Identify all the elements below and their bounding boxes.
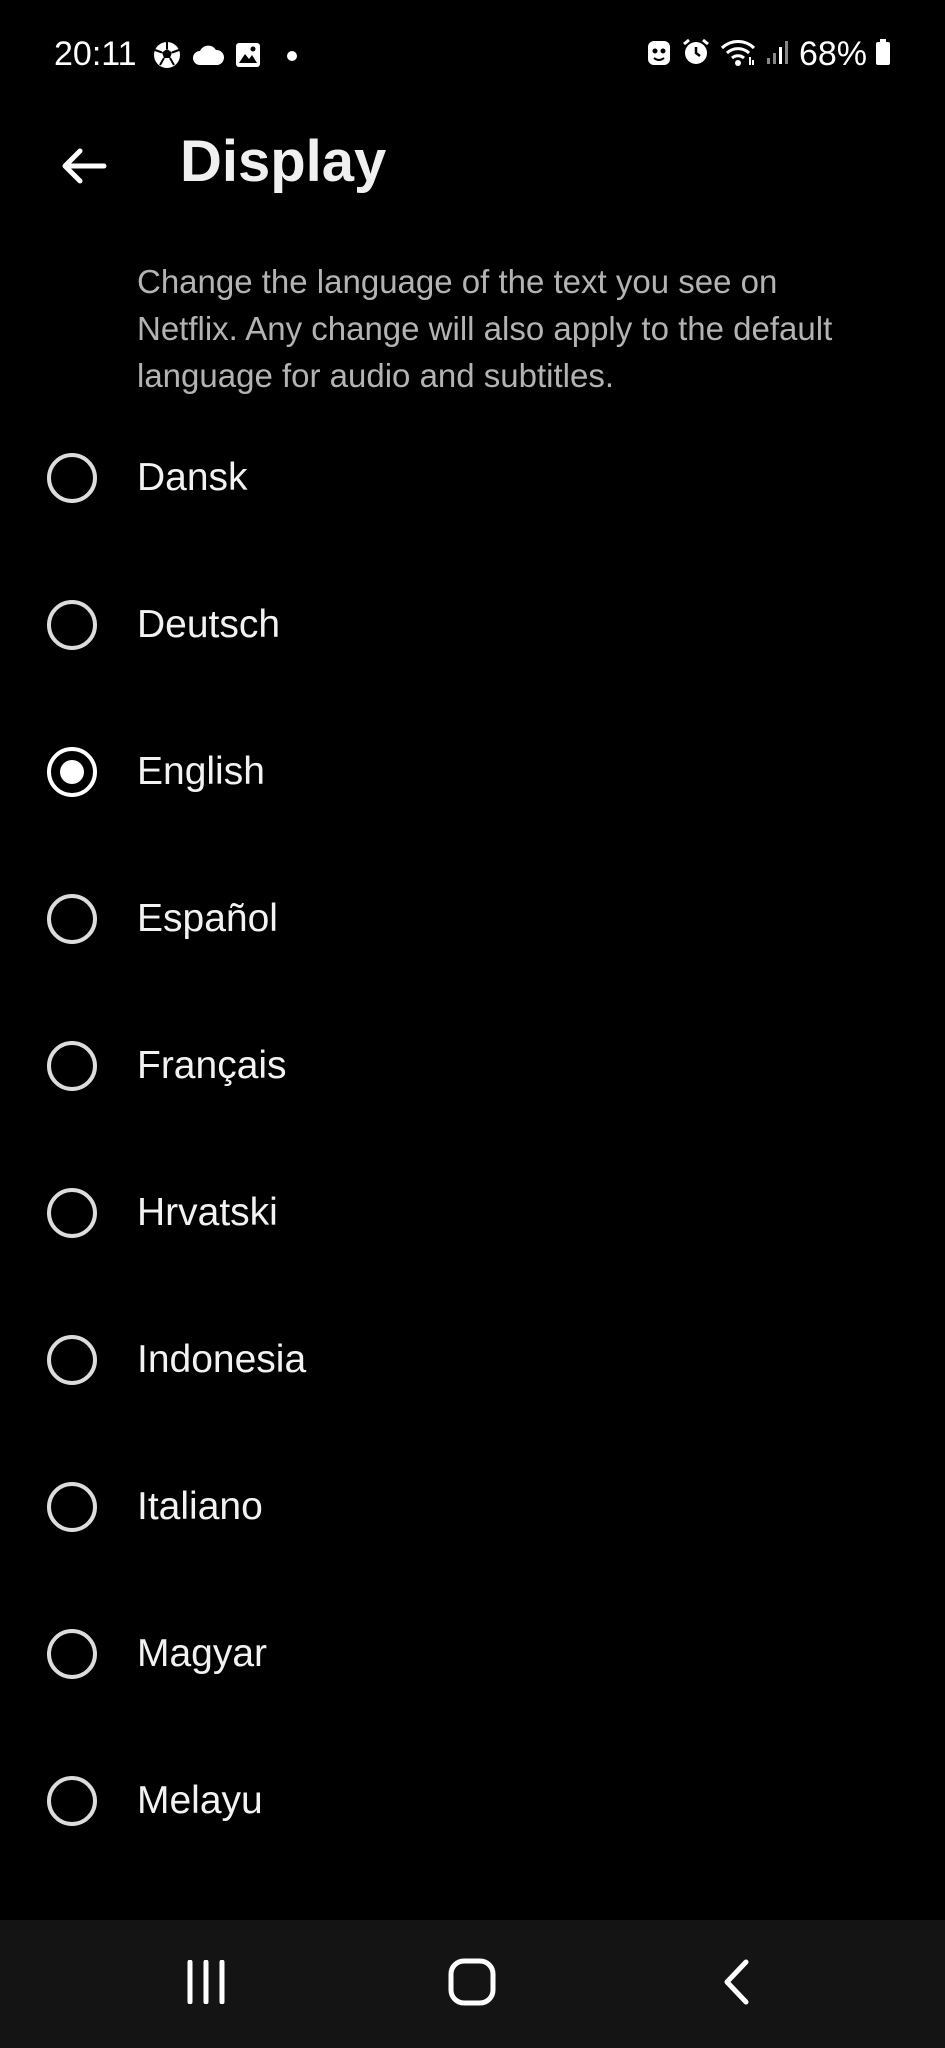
- language-option-indonesia[interactable]: Indonesia: [0, 1286, 945, 1433]
- language-option-dansk[interactable]: Dansk: [0, 404, 945, 551]
- home-icon: [448, 1958, 496, 2011]
- radio-button[interactable]: [47, 599, 97, 650]
- status-time: 20:11: [54, 35, 137, 73]
- soccer-ball-icon: [152, 40, 182, 75]
- radio-button[interactable]: [47, 1628, 97, 1679]
- status-notification-icons: [152, 40, 298, 75]
- back-button[interactable]: [48, 132, 120, 204]
- nav-back-button[interactable]: [676, 1920, 796, 2048]
- home-button[interactable]: [412, 1920, 532, 2048]
- language-option-italiano[interactable]: Italiano: [0, 1433, 945, 1580]
- language-label: Hrvatski: [137, 1190, 278, 1234]
- radio-button[interactable]: [47, 893, 97, 944]
- dot-icon: [286, 49, 298, 67]
- recent-apps-icon: [184, 1959, 228, 2009]
- radio-button[interactable]: [47, 452, 97, 503]
- language-option-english[interactable]: English: [0, 698, 945, 845]
- app-header: Display: [0, 110, 945, 225]
- language-option-deutsch[interactable]: Deutsch: [0, 551, 945, 698]
- page-title: Display: [180, 129, 387, 194]
- language-label: English: [137, 749, 265, 793]
- battery-percent: 68%: [798, 35, 867, 73]
- language-label: Indonesia: [137, 1337, 307, 1381]
- language-label: Español: [137, 896, 278, 940]
- language-label: Italiano: [137, 1484, 263, 1528]
- system-nav-bar: [0, 1920, 945, 2048]
- radio-button[interactable]: [47, 1334, 97, 1385]
- radio-button[interactable]: [47, 1187, 97, 1238]
- gallery-icon: [234, 41, 262, 74]
- radio-button[interactable]: [47, 1481, 97, 1532]
- radio-button[interactable]: [47, 1040, 97, 1091]
- language-option-magyar[interactable]: Magyar: [0, 1580, 945, 1727]
- language-label: Deutsch: [137, 602, 281, 646]
- bixby-routine-icon: [645, 37, 673, 72]
- language-label: Melayu: [137, 1778, 263, 1822]
- language-description: Change the language of the text you see …: [137, 263, 833, 394]
- language-option-hrvatski[interactable]: Hrvatski: [0, 1139, 945, 1286]
- status-system-icons: 68%: [645, 34, 891, 74]
- recent-apps-button[interactable]: [146, 1920, 266, 2048]
- language-option-espanol[interactable]: Español: [0, 845, 945, 992]
- language-list: Dansk Deutsch English Español Français Hrvats…: [0, 404, 945, 1874]
- cloud-icon: [192, 43, 225, 72]
- language-option-melayu[interactable]: Melayu: [0, 1727, 945, 1874]
- alarm-icon: [681, 37, 711, 72]
- status-bar: 20:11 68%: [0, 0, 945, 110]
- wifi-icon: [719, 37, 757, 72]
- radio-button-checked[interactable]: [47, 746, 97, 797]
- battery-icon: [875, 37, 891, 72]
- back-icon: [721, 1958, 751, 2011]
- language-label: Français: [137, 1043, 287, 1087]
- language-option-francais[interactable]: Français: [0, 992, 945, 1139]
- radio-button[interactable]: [47, 1775, 97, 1826]
- language-label: Magyar: [137, 1631, 268, 1675]
- language-label: Dansk: [137, 455, 248, 499]
- arrow-left-icon: [60, 146, 108, 191]
- signal-icon: [765, 38, 791, 71]
